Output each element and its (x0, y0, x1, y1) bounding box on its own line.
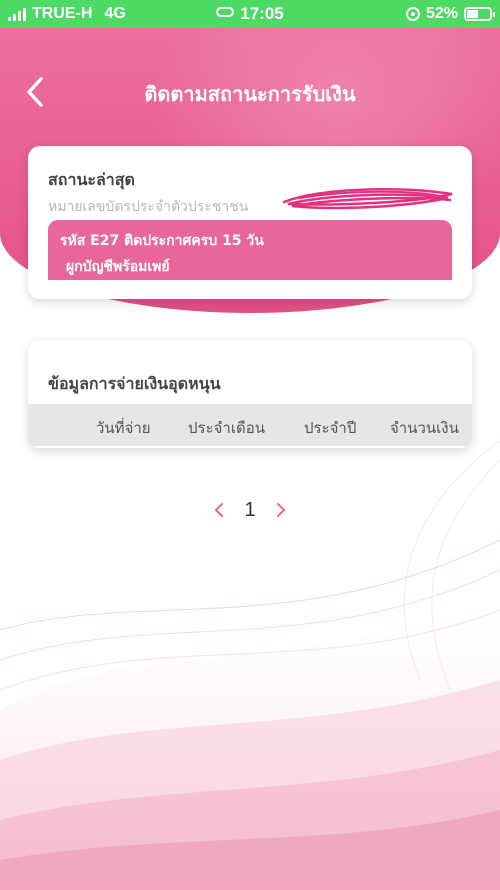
battery-icon (464, 7, 495, 21)
chevron-left-icon (215, 503, 224, 517)
signal-icon (8, 7, 26, 21)
chevron-right-icon (276, 503, 285, 517)
column-header-month: ประจำเดือน (188, 419, 265, 437)
status-code-text: รหัส E27 ติดประกาศครบ 15 วัน (60, 233, 264, 249)
latest-status-card: สถานะล่าสุด หมายเลขบัตรประจำตัวประชาชน ร… (28, 146, 472, 299)
prev-page-button[interactable] (212, 500, 226, 520)
time-text: 17:05 (240, 4, 284, 23)
payment-info-card: ข้อมูลการจ่ายเงินอุดหนุน วันที่จ่าย ประจ… (28, 340, 472, 448)
payment-table-header: วันที่จ่าย ประจำเดือน ประจำปี จำนวนเงิน (28, 404, 472, 446)
carrier-name: TRUE-H (32, 5, 93, 22)
status-card-title: สถานะล่าสุด (48, 170, 135, 189)
next-page-button[interactable] (274, 500, 288, 520)
status-banner: รหัส E27 ติดประกาศครบ 15 วัน ผูกบัญชีพร้… (48, 220, 452, 280)
status-promptpay-text: ผูกบัญชีพร้อมเพย์ (66, 259, 170, 275)
background-waves (0, 439, 500, 890)
network-type: 4G (104, 5, 126, 22)
link-icon (216, 7, 235, 17)
payment-card-title: ข้อมูลการจ่ายเงินอุดหนุน (48, 374, 221, 393)
column-header-amount: จำนวนเงิน (390, 419, 459, 437)
current-page-number[interactable]: 1 (244, 499, 255, 522)
redaction-scribble (282, 188, 453, 210)
id-card-label: หมายเลขบัตรประจำตัวประชาชน (48, 199, 249, 215)
page-title: ติดตามสถานะการรับเงิน (144, 82, 356, 106)
pagination: 1 (0, 496, 500, 524)
orientation-lock-icon (405, 7, 420, 21)
carrier-info: TRUE-H 4G (8, 5, 126, 23)
column-header-pay-date: วันที่จ่าย (96, 419, 151, 437)
battery-info: 52% (405, 5, 495, 23)
column-header-year: ประจำปี (304, 419, 357, 437)
battery-percent: 52% (425, 5, 458, 22)
status-bar: TRUE-H 4G 17:05 52% (0, 0, 500, 28)
